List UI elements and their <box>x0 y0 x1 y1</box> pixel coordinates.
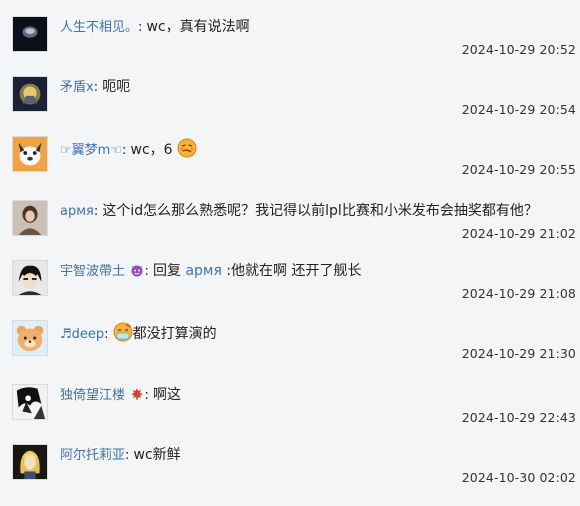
comment-item: ☞翼梦m☜: wc，6 2024-10-29 20:55 <box>0 136 580 198</box>
avatar[interactable] <box>12 136 48 172</box>
avatar[interactable] <box>12 384 48 420</box>
username-prefix: ♬ <box>60 327 72 342</box>
reply-prefix: 回复 <box>152 263 186 279</box>
avatar[interactable] <box>12 200 48 236</box>
username[interactable]: армя <box>60 204 94 219</box>
comment-text: 这个id怎么那么熟悉呢？我记得以前lpl比赛和小米发布会抽奖都有他？ <box>102 203 538 219</box>
comment-text: wc新鲜 <box>133 447 181 463</box>
avatar[interactable] <box>12 444 48 480</box>
username[interactable]: deep <box>72 327 105 342</box>
comment-text: wc，6 <box>130 142 173 158</box>
colon: : <box>121 143 131 158</box>
comment-text: wc，真有说法啊 <box>146 19 250 35</box>
comment-item: 阿尔托莉亚: wc新鲜 2024-10-30 02:02 <box>0 444 580 506</box>
comment-text: 都没打算演的 <box>132 326 217 342</box>
timestamp: 2024-10-29 20:54 <box>461 102 576 117</box>
maple-leaf-icon <box>131 388 144 400</box>
comment-item: ♬deep: 都没打算演的 2024-10-29 21:30 <box>0 320 580 382</box>
comment-list: 人生不相见。: wc，真有说法啊 2024-10-29 20:52 矛盾x: 呃… <box>0 0 580 490</box>
timestamp: 2024-10-30 02:02 <box>461 470 576 485</box>
username[interactable]: 矛盾x <box>60 80 94 95</box>
timestamp: 2024-10-29 20:52 <box>461 42 576 57</box>
timestamp: 2024-10-29 22:43 <box>461 410 576 425</box>
username[interactable]: 阿尔托莉亚 <box>60 448 125 463</box>
colon: : <box>104 327 113 342</box>
comment-text: 呃呃 <box>102 79 131 95</box>
username-prefix: ☞ <box>60 143 72 158</box>
username[interactable]: 翼梦m <box>72 143 111 158</box>
username[interactable]: 独倚望江楼 <box>60 388 125 403</box>
colon: : <box>93 80 103 95</box>
timestamp: 2024-10-29 21:30 <box>461 346 576 361</box>
username[interactable]: 宇智波帶土 <box>60 264 125 279</box>
comment-item: армя: 这个id怎么那么熟悉呢？我记得以前lpl比赛和小米发布会抽奖都有他？… <box>0 200 580 262</box>
timestamp: 2024-10-29 20:55 <box>461 162 576 177</box>
comment-item: 独倚望江楼 : 啊这 2024-10-29 22:43 <box>0 384 580 446</box>
mention-link[interactable]: армя <box>185 263 221 279</box>
purple-devil-icon <box>131 265 143 277</box>
username[interactable]: 人生不相见。 <box>60 20 138 35</box>
comment-text: :他就在啊 还开了舰长 <box>221 263 362 279</box>
colon: : <box>138 20 147 35</box>
timestamp: 2024-10-29 21:08 <box>461 286 576 301</box>
colon: : <box>144 264 153 279</box>
comment-item: 宇智波帶土 : 回复 армя :他就在啊 还开了舰长 2024-10-29 2… <box>0 260 580 322</box>
smirk-face-icon <box>177 138 197 158</box>
avatar[interactable] <box>12 76 48 112</box>
colon: : <box>144 388 153 403</box>
sick-face-icon <box>113 322 133 342</box>
comment-item: 人生不相见。: wc，真有说法啊 2024-10-29 20:52 <box>0 16 580 78</box>
colon: : <box>125 448 134 463</box>
comment-text: 啊这 <box>152 387 181 403</box>
timestamp: 2024-10-29 21:02 <box>461 226 576 241</box>
username-suffix: ☜ <box>110 143 122 158</box>
avatar[interactable] <box>12 320 48 356</box>
comment-item: 矛盾x: 呃呃 2024-10-29 20:54 <box>0 76 580 138</box>
avatar[interactable] <box>12 260 48 296</box>
avatar[interactable] <box>12 16 48 52</box>
